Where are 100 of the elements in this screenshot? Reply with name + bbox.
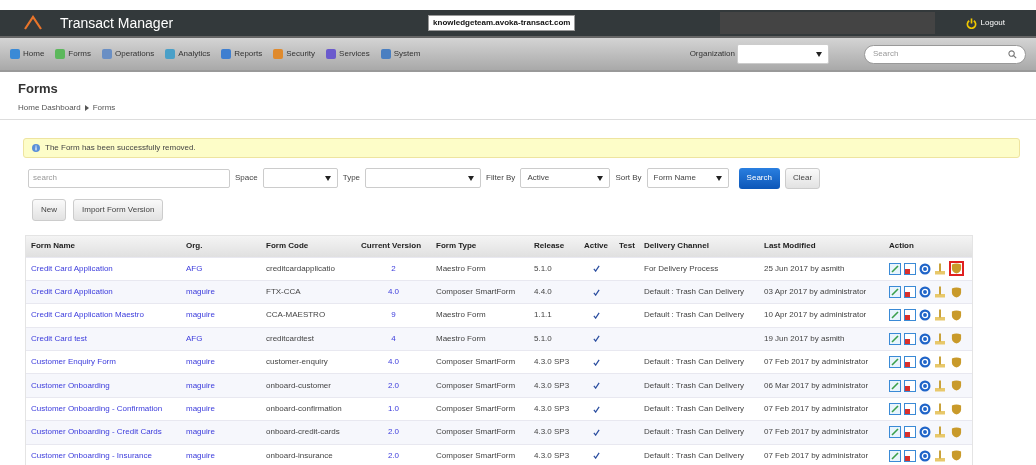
- edit-icon[interactable]: [889, 286, 901, 299]
- org-link[interactable]: maguire: [181, 426, 261, 439]
- filter-by-select[interactable]: Active: [520, 168, 611, 188]
- window-icon[interactable]: [904, 379, 916, 392]
- nav-item[interactable]: Operations: [102, 48, 155, 60]
- edit-icon[interactable]: [889, 426, 901, 439]
- column-header[interactable]: Org.: [181, 240, 261, 252]
- circle-arrow-icon[interactable]: [919, 262, 931, 275]
- search-button[interactable]: Search: [738, 167, 780, 189]
- window-icon[interactable]: [904, 332, 916, 345]
- org-link[interactable]: maguire: [181, 356, 261, 369]
- window-icon[interactable]: [904, 309, 916, 322]
- highlight-frame[interactable]: [949, 284, 964, 300]
- pencil-bar-icon[interactable]: [934, 309, 946, 322]
- table-row[interactable]: Customer Onboarding maguire onboard-customer 2.0 Composer SmartForm 4.3.0 SP3 Default : Trash Can Delivery 06 Mar 2017 by administrator: [26, 373, 972, 397]
- window-icon[interactable]: [904, 403, 916, 416]
- form-name-link[interactable]: Customer Onboarding - Credit Cards: [26, 426, 181, 439]
- column-header[interactable]: Test: [614, 240, 639, 252]
- circle-arrow-icon[interactable]: [919, 426, 931, 439]
- version-link[interactable]: 4.0: [356, 286, 431, 299]
- breadcrumb-link[interactable]: Forms: [92, 101, 116, 114]
- table-row[interactable]: Customer Onboarding - Credit Cards maguire onboard-credit-cards 2.0 Composer SmartForm 4.3.0 SP3 Default : Trash Can Delivery 07 Feb 2017 by administrator: [26, 420, 972, 444]
- form-name-link[interactable]: Customer Onboarding: [26, 379, 181, 392]
- highlight-frame[interactable]: [949, 354, 964, 370]
- pencil-bar-icon[interactable]: [934, 356, 946, 369]
- form-name-link[interactable]: Credit Card Application: [26, 262, 181, 275]
- version-link[interactable]: 1.0: [356, 403, 431, 416]
- clear-button[interactable]: Clear: [784, 167, 821, 189]
- breadcrumb-link[interactable]: Home Dashboard: [18, 101, 81, 114]
- nav-item[interactable]: Analytics: [165, 48, 211, 60]
- column-header[interactable]: Current Version: [356, 240, 431, 252]
- nav-item[interactable]: Security: [273, 48, 316, 60]
- edit-icon[interactable]: [889, 449, 901, 462]
- window-icon[interactable]: [904, 262, 916, 275]
- column-header[interactable]: Last Modified: [759, 240, 884, 252]
- edit-icon[interactable]: [889, 309, 901, 322]
- window-icon[interactable]: [904, 356, 916, 369]
- org-link[interactable]: maguire: [181, 286, 261, 299]
- window-icon[interactable]: [904, 286, 916, 299]
- pencil-bar-icon[interactable]: [934, 403, 946, 416]
- column-header[interactable]: Delivery Channel: [639, 240, 759, 252]
- column-header[interactable]: Release: [529, 240, 579, 252]
- org-link[interactable]: maguire: [181, 403, 261, 416]
- column-header[interactable]: Form Code: [261, 240, 356, 252]
- highlight-frame[interactable]: [949, 401, 964, 417]
- nav-item[interactable]: System: [380, 48, 421, 60]
- table-row[interactable]: Credit Card test AFG creditcardtest 4 Maestro Form 5.1.0 19 Jun 2017 by asmith: [26, 326, 972, 351]
- column-header[interactable]: Active: [579, 240, 614, 252]
- version-link[interactable]: 9: [356, 309, 431, 322]
- form-name-link[interactable]: Credit Card Application Maestro: [26, 309, 181, 322]
- highlight-frame[interactable]: [949, 307, 964, 323]
- nav-item[interactable]: Services: [326, 48, 370, 60]
- version-link[interactable]: 2.0: [356, 379, 431, 392]
- org-link[interactable]: maguire: [181, 449, 261, 462]
- version-link[interactable]: 2: [356, 262, 431, 275]
- table-row[interactable]: Customer Onboarding - Insurance maguire onboard-insurance 2.0 Composer SmartForm 4.3.0 SP3 Default : Trash Can Delivery 07 Feb 2017 by administrator: [26, 443, 972, 465]
- window-icon[interactable]: [904, 426, 916, 439]
- form-name-link[interactable]: Credit Card test: [26, 332, 181, 345]
- logout-link[interactable]: Logout: [965, 17, 1005, 29]
- toolbar-button[interactable]: Import Form Version: [73, 198, 164, 221]
- version-link[interactable]: 2.0: [356, 449, 431, 462]
- circle-arrow-icon[interactable]: [919, 332, 931, 345]
- org-link[interactable]: maguire: [181, 379, 261, 392]
- circle-arrow-icon[interactable]: [919, 379, 931, 392]
- version-link[interactable]: 2.0: [356, 426, 431, 439]
- highlight-frame[interactable]: [949, 448, 964, 464]
- nav-item[interactable]: Reports: [221, 48, 263, 60]
- window-icon[interactable]: [904, 449, 916, 462]
- toolbar-button[interactable]: New: [32, 198, 66, 221]
- highlight-frame[interactable]: [949, 424, 964, 440]
- org-link[interactable]: maguire: [181, 309, 261, 322]
- pencil-bar-icon[interactable]: [934, 449, 946, 462]
- circle-arrow-icon[interactable]: [919, 309, 931, 322]
- edit-icon[interactable]: [889, 403, 901, 416]
- nav-item[interactable]: Forms: [55, 48, 91, 60]
- edit-icon[interactable]: [889, 356, 901, 369]
- version-link[interactable]: 4: [356, 332, 431, 345]
- edit-icon[interactable]: [889, 262, 901, 275]
- form-name-link[interactable]: Customer Onboarding - Insurance: [26, 449, 181, 462]
- form-name-link[interactable]: Credit Card Application: [26, 286, 181, 299]
- table-row[interactable]: Credit Card Application maguire FTX-CCA 4.0 Composer SmartForm 4.4.0 Default : Trash Can Delivery 03 Apr 2017 by administrator: [26, 279, 972, 304]
- highlight-frame[interactable]: [949, 378, 964, 394]
- version-link[interactable]: 4.0: [356, 356, 431, 369]
- circle-arrow-icon[interactable]: [919, 403, 931, 416]
- column-header[interactable]: Form Type: [431, 240, 529, 252]
- form-name-link[interactable]: Customer Onboarding - Confirmation: [26, 403, 181, 416]
- circle-arrow-icon[interactable]: [919, 286, 931, 299]
- form-name-link[interactable]: Customer Enquiry Form: [26, 356, 181, 369]
- highlight-frame[interactable]: [949, 331, 964, 347]
- circle-arrow-icon[interactable]: [919, 356, 931, 369]
- edit-icon[interactable]: [889, 332, 901, 345]
- sort-by-select[interactable]: Form Name: [646, 168, 729, 188]
- circle-arrow-icon[interactable]: [919, 449, 931, 462]
- org-link[interactable]: AFG: [181, 332, 261, 345]
- org-link[interactable]: AFG: [181, 262, 261, 275]
- column-header[interactable]: Action: [884, 240, 974, 252]
- edit-icon[interactable]: [889, 379, 901, 392]
- highlight-frame[interactable]: [949, 261, 964, 277]
- nav-item[interactable]: Home: [10, 48, 45, 60]
- pencil-bar-icon[interactable]: [934, 262, 946, 275]
